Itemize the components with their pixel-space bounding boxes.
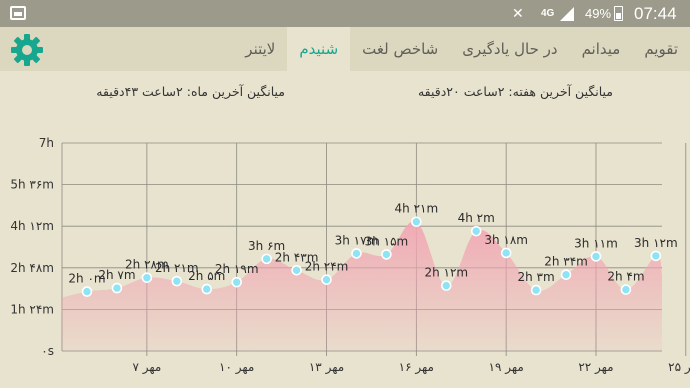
data-point xyxy=(231,276,242,288)
data-point xyxy=(470,225,482,237)
y-tick-label: 2h ۴۸m xyxy=(10,261,54,275)
data-point xyxy=(201,283,213,295)
settings-button[interactable] xyxy=(8,31,46,69)
y-tick-label: 5h ۳۶m xyxy=(10,178,54,192)
data-point xyxy=(141,272,153,284)
gallery-icon xyxy=(10,6,26,20)
data-label: 2h ۳m xyxy=(517,270,554,284)
x-tick-label: ۲۲ مهر xyxy=(578,360,613,375)
data-point xyxy=(321,274,332,285)
clock: 07:44 xyxy=(634,4,677,23)
y-tick-label: 4h ۱۲m xyxy=(10,219,54,233)
data-label: 3h ۱۲m xyxy=(634,236,678,250)
data-label: 2h ۲۴m xyxy=(305,260,349,274)
data-label: 3h ۱۸m xyxy=(484,233,528,247)
status-bar: ✕ 4G 49% 07:44 xyxy=(0,0,690,27)
toolbar: تقویم میدانم در حال یادگیری شاخص لغت شنی… xyxy=(0,27,690,71)
data-point xyxy=(440,280,452,291)
weekly-average: میانگین آخرین هفته: ۲ساعت ۲۰دقیقه xyxy=(417,84,613,99)
data-point xyxy=(261,253,272,265)
x-tick-label: ۱۰ مهر xyxy=(219,360,254,375)
tab-listened[interactable]: شنیدم xyxy=(287,27,351,71)
data-point xyxy=(81,286,93,297)
data-label: 3h ۱۱m xyxy=(574,236,618,250)
x-tick-label: ۱۹ مهر xyxy=(489,360,524,375)
data-point xyxy=(351,248,362,259)
tab-known[interactable]: میدانم xyxy=(570,27,633,71)
data-point xyxy=(411,216,422,228)
x-tick-label: ۱۳ مهر xyxy=(309,360,344,375)
tab-word-index[interactable]: شاخص لغت xyxy=(350,27,450,71)
network-type: 4G xyxy=(541,8,555,19)
y-tick-label: 7h xyxy=(39,136,54,150)
y-tick-label: ۰s xyxy=(41,344,54,358)
battery-percentage: 49% xyxy=(585,6,612,21)
x-tick-label: ۲۵ مهر xyxy=(668,360,690,375)
signal-icon xyxy=(560,7,574,21)
data-point xyxy=(111,282,123,294)
data-label: 4h ۲۱m xyxy=(395,202,439,216)
data-point xyxy=(560,269,572,281)
listening-time-chart: ۰s 1h ۲۴m 2h ۴۸m 4h ۱۲m 5h ۳۶m 7h ۷ مهر ۱۰ مهر ۱… xyxy=(10,136,690,375)
tab-bar: تقویم میدانم در حال یادگیری شاخص لغت شنی… xyxy=(233,27,690,71)
data-point xyxy=(530,284,542,296)
data-point xyxy=(381,249,392,260)
data-label: 2h ۴m xyxy=(607,270,644,284)
tab-calendar[interactable]: تقویم xyxy=(632,27,690,71)
data-label: 3h ۱۵m xyxy=(365,234,409,248)
gear-icon xyxy=(11,34,43,66)
data-label: 4h ۲m xyxy=(458,211,495,225)
data-point xyxy=(650,250,662,262)
x-tick-label: ۱۶ مهر xyxy=(399,360,434,375)
data-point xyxy=(171,275,183,287)
data-label: 2h ۱۲m xyxy=(424,266,468,280)
data-point xyxy=(590,251,602,262)
x-tick-label: ۷ مهر xyxy=(132,360,161,375)
data-label: 2h ۱۹m xyxy=(215,262,259,276)
data-label: 2h ۳۴m xyxy=(544,255,588,269)
tab-leitner[interactable]: لایتنر xyxy=(233,27,287,71)
monthly-average: میانگین آخرین ماه: ۲ساعت ۴۳دقیقه xyxy=(96,84,285,99)
data-point xyxy=(291,264,302,276)
tab-learning[interactable]: در حال یادگیری xyxy=(450,27,569,71)
data-point xyxy=(500,247,512,259)
mute-icon: ✕ xyxy=(512,5,524,21)
data-point xyxy=(620,284,632,295)
y-tick-label: 1h ۲۴m xyxy=(10,302,54,316)
battery-icon xyxy=(614,6,623,21)
